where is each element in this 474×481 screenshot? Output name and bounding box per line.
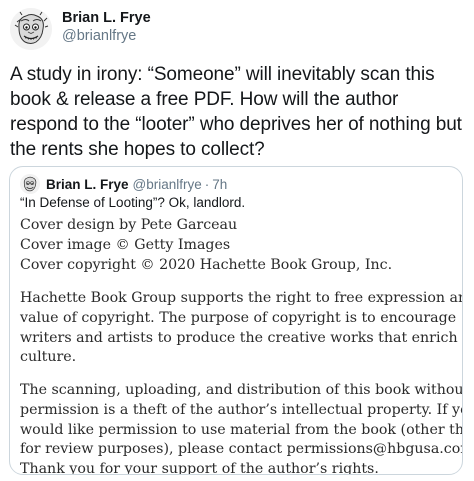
book-line: Cover copyright © 2020 Hachette Book Gro…: [20, 256, 393, 273]
author-handle[interactable]: @brianlfrye: [62, 28, 136, 44]
book-line: writers and artists to produce the creat…: [20, 329, 463, 346]
avatar[interactable]: [10, 8, 52, 50]
book-page-image[interactable]: Cover design by Pete Garceau Cover image…: [11, 215, 463, 475]
quoted-timestamp: 7h: [212, 176, 228, 192]
book-line: would like permission to use material fr…: [20, 421, 463, 438]
author-name[interactable]: Brian L. Frye: [62, 10, 151, 26]
separator-dot: ·: [204, 176, 210, 192]
book-line: value of copyright. The purpose of copyr…: [20, 309, 457, 326]
quoted-tweet[interactable]: Brian L. Frye @brianlfrye · 7h “In Defen…: [9, 166, 463, 475]
book-line: permission is a theft of the author’s in…: [20, 401, 463, 418]
tweet-text: A study in irony: “Someone” will inevita…: [10, 64, 462, 160]
book-line: for review purposes), please contact per…: [20, 441, 463, 458]
permissions-paragraph: The scanning, uploading, and distributio…: [20, 381, 463, 475]
book-line: Cover image © Getty Images: [20, 236, 231, 253]
copyright-credits-paragraph: Cover design by Pete Garceau Cover image…: [20, 216, 456, 275]
free-expression-paragraph: Hachette Book Group supports the right t…: [20, 289, 463, 368]
quoted-tweet-header: Brian L. Frye @brianlfrye · 7h: [20, 174, 228, 194]
quoted-author-name: Brian L. Frye: [46, 176, 129, 192]
book-line: Thank you for your support of the author…: [20, 461, 379, 475]
tweet: Brian L. Frye @brianlfrye A study in iro…: [0, 0, 474, 481]
avatar-illustration-icon: [10, 8, 52, 50]
quoted-author-handle: @brianlfrye: [132, 176, 202, 192]
book-line: The scanning, uploading, and distributio…: [20, 382, 463, 398]
avatar-illustration-icon: [20, 174, 40, 194]
book-line: Hachette Book Group supports the right t…: [20, 290, 463, 306]
book-line: culture.: [20, 349, 77, 366]
quoted-avatar: [20, 174, 40, 194]
book-line: Cover design by Pete Garceau: [20, 217, 238, 233]
quoted-tweet-text: “In Defense of Looting”? Ok, landlord.: [20, 195, 246, 210]
